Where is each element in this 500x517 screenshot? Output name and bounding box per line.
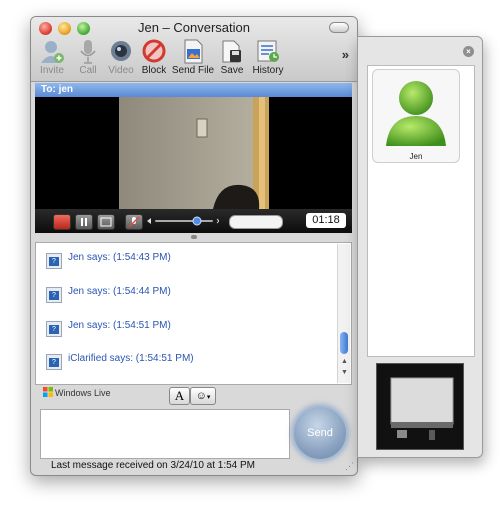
invite-icon [41,41,64,63]
contact-card[interactable]: Jen [372,69,460,163]
unknown-avatar-icon: ? [49,291,59,300]
save-icon [222,40,241,63]
recipient-bar: To: jen [35,83,352,97]
close-panel-button[interactable]: × [463,46,474,57]
chevron-down-icon: ▾ [206,394,211,401]
video-feed [35,97,352,209]
save-button[interactable]: Save [217,38,247,78]
unknown-avatar-icon: ? [49,325,59,334]
hang-up-button[interactable] [53,214,71,230]
unknown-avatar-icon: ? [49,358,59,367]
smiley-icon: ☺ [195,390,207,402]
resize-grip-icon[interactable]: ⋰ [345,461,354,472]
self-view-video [376,363,464,450]
send-button[interactable]: Send [292,405,348,461]
block-icon [142,39,166,63]
contact-side-panel: × Jen [357,36,483,458]
invite-button[interactable]: Invite [35,38,69,78]
call-button[interactable]: Call [73,38,103,78]
font-button[interactable]: A [169,387,190,405]
windows-flag-icon [43,387,53,397]
scroll-down-arrow-icon[interactable]: ▼ [341,369,348,376]
fullscreen-icon [100,217,112,227]
microphone-icon [80,40,96,64]
status-text: Last message received on 3/24/10 at 1:54… [51,460,256,471]
scrollbar-thumb[interactable] [340,332,348,354]
window-title: Jen – Conversation [137,20,250,35]
volume-slider[interactable] [145,215,225,227]
webcam-icon [111,41,131,61]
call-controls: 01:18 [35,209,352,233]
mute-button[interactable] [125,214,143,230]
toolbar-toggle-button[interactable] [329,22,349,33]
windows-live-logo: Windows Live [43,387,111,403]
title-bar: Jen – Conversation Invite Call Video Blo… [31,17,357,82]
sender-avatar: ? [46,321,62,337]
message-input[interactable] [40,409,290,459]
participants-area: Jen [367,65,475,357]
send-file-button[interactable]: Send File [171,38,215,78]
more-toolbar-button[interactable]: » [342,47,349,62]
audio-level-meter [229,215,283,229]
self-view-image [377,364,463,449]
message-history: ? Jen says: (1:54:43 PM) ? Jen says: (1:… [35,242,352,385]
mute-microphone-icon [128,216,140,228]
contact-name: Jen [409,152,423,161]
block-button[interactable]: Block [139,38,169,78]
video-button[interactable]: Video [105,38,137,78]
sender-avatar: ? [46,253,62,269]
sender-avatar: ? [46,287,62,303]
send-file-icon [184,39,203,64]
fullscreen-button[interactable] [97,214,115,230]
call-timer: 01:18 [306,213,346,228]
split-resize-handle[interactable] [191,235,197,239]
emoticon-button[interactable]: ☺▾ [190,387,216,405]
history-button[interactable]: History [249,38,287,78]
conversation-window: Jen – Conversation Invite Call Video Blo… [30,16,358,476]
buddy-avatar-icon [386,81,446,146]
pause-video-button[interactable] [75,214,93,230]
remote-video-image [35,97,352,209]
scroll-up-arrow-icon[interactable]: ▲ [341,358,348,365]
message-scrollbar[interactable]: ▲ ▼ [337,244,350,383]
unknown-avatar-icon: ? [49,257,59,266]
history-icon [257,40,279,62]
sender-avatar: ? [46,354,62,370]
pause-icon [81,218,87,226]
